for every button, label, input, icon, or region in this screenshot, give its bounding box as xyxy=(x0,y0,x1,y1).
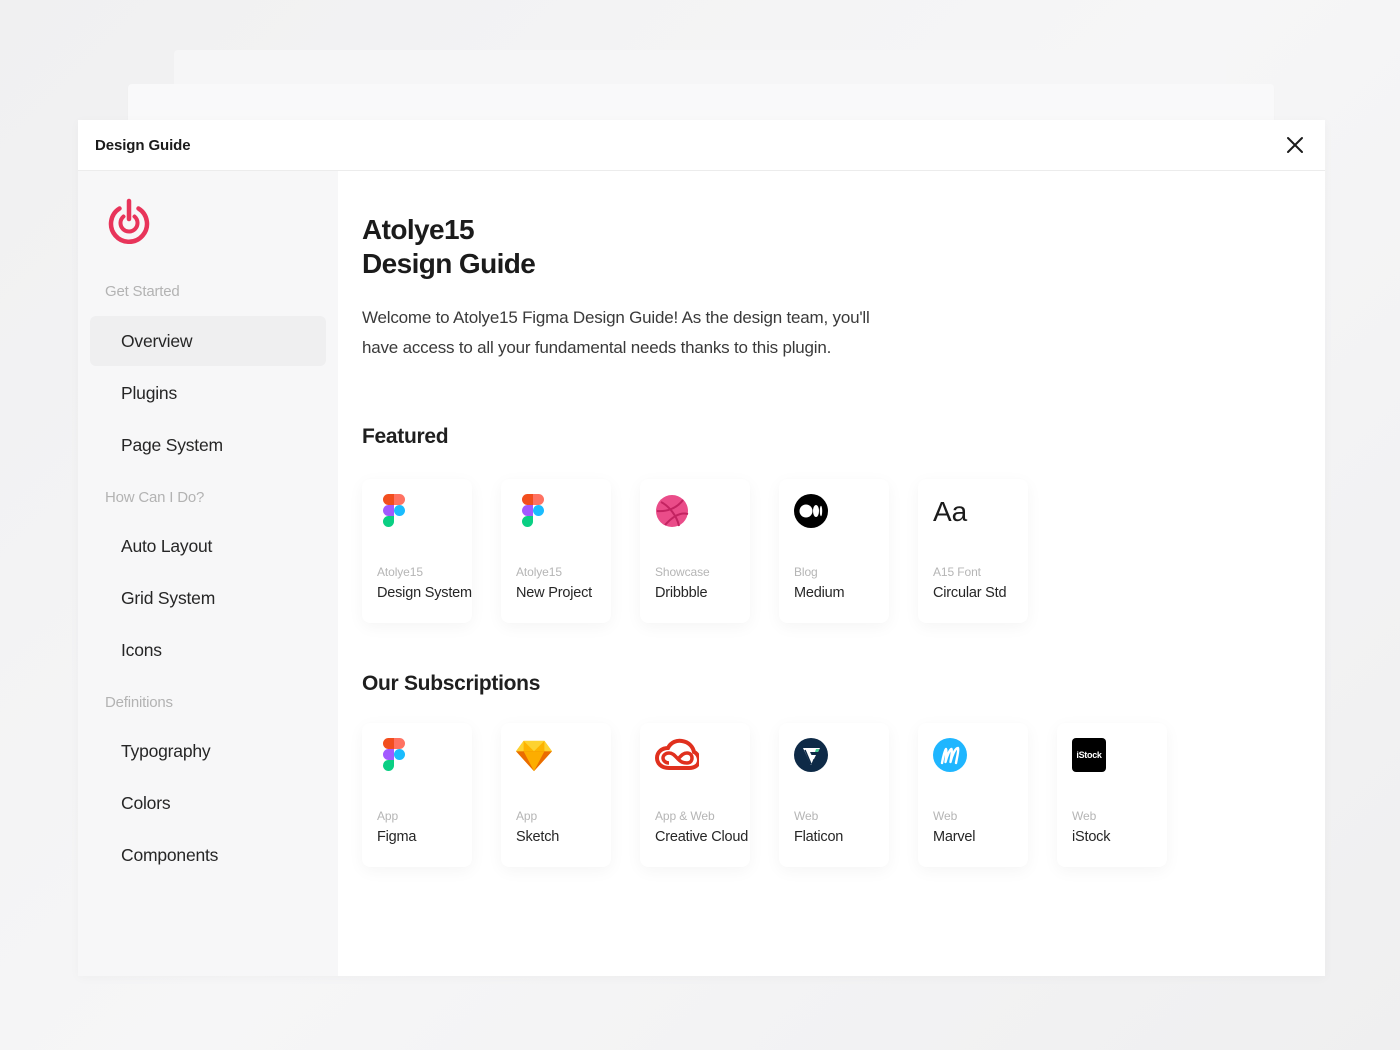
card-category: App xyxy=(516,809,538,823)
sidebar-item-auto-layout[interactable]: Auto Layout xyxy=(90,521,326,571)
card-category: Atolye15 xyxy=(377,565,423,579)
featured-card-new-project[interactable]: Atolye15 New Project xyxy=(501,479,611,623)
subscription-card-marvel[interactable]: Web Marvel xyxy=(918,723,1028,867)
featured-title: Featured xyxy=(362,425,449,448)
featured-card-circular-std[interactable]: Aa A15 Font Circular Std xyxy=(918,479,1028,623)
window-titlebar: Design Guide xyxy=(78,120,1325,171)
sidebar: Get Started Overview Plugins Page System… xyxy=(78,171,338,976)
istock-icon: iStock xyxy=(1072,738,1106,772)
card-name: Sketch xyxy=(516,829,560,845)
featured-cards: Atolye15 Design System Atolye15 New Proj… xyxy=(362,479,1325,623)
window-title: Design Guide xyxy=(95,136,191,154)
subscription-card-flaticon[interactable]: Web Flaticon xyxy=(779,723,889,867)
section-label-get-started: Get Started xyxy=(105,283,180,300)
card-name: Flaticon xyxy=(794,829,844,845)
sidebar-item-grid-system[interactable]: Grid System xyxy=(90,573,326,623)
sidebar-item-typography[interactable]: Typography xyxy=(90,726,326,776)
featured-card-dribbble[interactable]: Showcase Dribbble xyxy=(640,479,750,623)
sketch-icon xyxy=(516,740,552,772)
card-name: Dribbble xyxy=(655,585,708,601)
card-category: Atolye15 xyxy=(516,565,562,579)
subscriptions-title: Our Subscriptions xyxy=(362,672,541,695)
sidebar-item-page-system[interactable]: Page System xyxy=(90,420,326,470)
sidebar-item-overview[interactable]: Overview xyxy=(90,316,326,366)
close-icon xyxy=(1287,137,1303,153)
subscription-cards: App Figma App Sketch App & Web Creative … xyxy=(362,723,1325,867)
card-category: App xyxy=(377,809,399,823)
sidebar-item-colors[interactable]: Colors xyxy=(90,778,326,828)
intro-text: Welcome to Atolye15 Figma Design Guide! … xyxy=(362,308,870,357)
istock-logo-text: iStock xyxy=(1076,750,1102,760)
flaticon-icon xyxy=(794,738,828,772)
card-category: Blog xyxy=(794,565,818,579)
sidebar-item-components[interactable]: Components xyxy=(90,830,326,880)
card-category: A15 Font xyxy=(933,565,981,579)
dribbble-icon xyxy=(656,495,689,527)
card-category: Showcase xyxy=(655,565,710,579)
figma-icon xyxy=(383,494,405,527)
section-label-definitions: Definitions xyxy=(105,694,173,711)
page-title: Atolye15 Design Guide xyxy=(362,213,1325,281)
card-category: Web xyxy=(794,809,819,823)
subscription-card-sketch[interactable]: App Sketch xyxy=(501,723,611,867)
power-logo-icon[interactable] xyxy=(104,197,154,247)
marvel-icon xyxy=(933,738,967,772)
page-title-line-1: Atolye15 xyxy=(362,214,475,245)
card-name: Marvel xyxy=(933,829,976,845)
subscription-card-istock[interactable]: iStock Web iStock xyxy=(1057,723,1167,867)
featured-card-design-system[interactable]: Atolye15 Design System xyxy=(362,479,472,623)
card-name: Medium xyxy=(794,585,845,601)
card-name: iStock xyxy=(1072,829,1111,845)
close-button[interactable] xyxy=(1281,131,1309,159)
sidebar-item-plugins[interactable]: Plugins xyxy=(90,368,326,418)
card-category: Web xyxy=(933,809,958,823)
subscription-card-figma[interactable]: App Figma xyxy=(362,723,472,867)
card-category: Web xyxy=(1072,809,1097,823)
sidebar-item-icons[interactable]: Icons xyxy=(90,625,326,675)
page-title-line-2: Design Guide xyxy=(362,248,536,279)
card-name: Circular Std xyxy=(933,585,1007,601)
card-name: Design System xyxy=(377,585,472,601)
subscription-card-creative-cloud[interactable]: App & Web Creative Cloud xyxy=(640,723,750,867)
card-category: App & Web xyxy=(655,809,715,823)
creative-cloud-icon xyxy=(655,738,699,770)
card-name: New Project xyxy=(516,585,592,601)
section-label-how-can-i-do: How Can I Do? xyxy=(105,489,205,506)
figma-icon xyxy=(383,738,405,771)
medium-icon xyxy=(794,494,828,528)
card-name: Figma xyxy=(377,829,417,845)
font-aa-icon: Aa xyxy=(933,496,968,527)
design-guide-window: Design Guide Get Started Overview Plugin… xyxy=(78,120,1325,976)
card-name: Creative Cloud xyxy=(655,829,749,845)
main-content: Atolye15 Design Guide Welcome to Atolye1… xyxy=(338,171,1325,976)
figma-icon xyxy=(522,494,544,527)
featured-card-medium[interactable]: Blog Medium xyxy=(779,479,889,623)
